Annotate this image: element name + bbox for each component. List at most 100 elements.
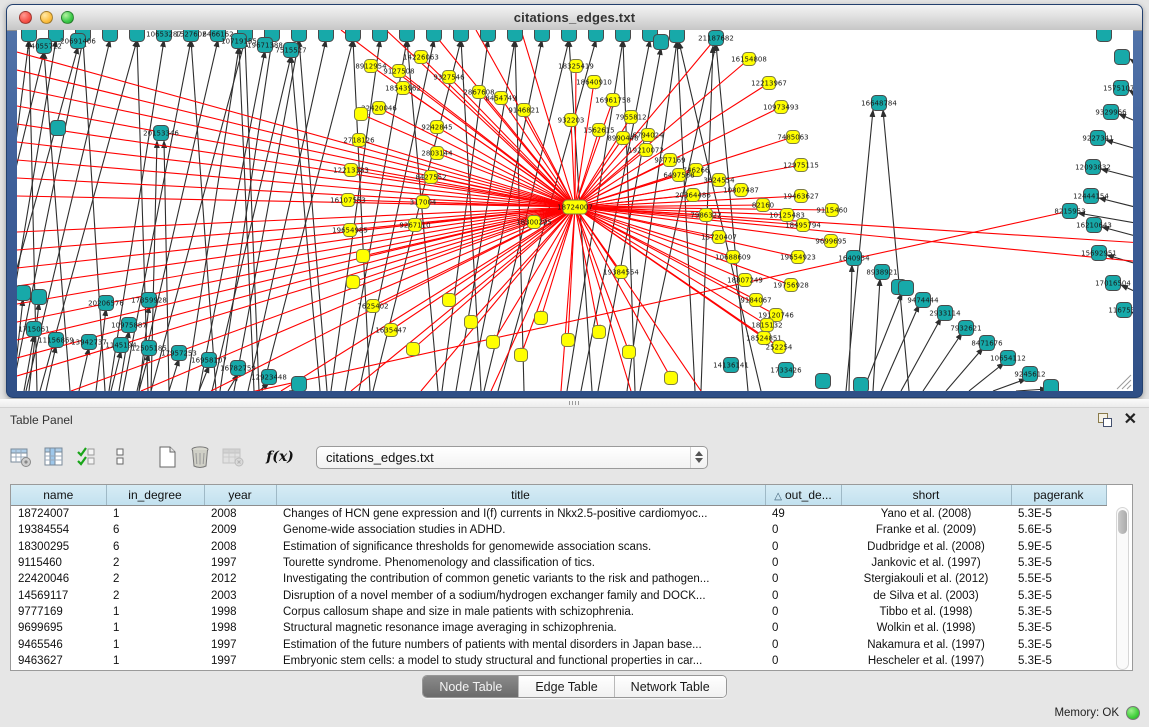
minimize-button[interactable] [40, 11, 53, 24]
graph-node[interactable]: 19210072 [628, 144, 664, 157]
table-cell[interactable]: 1997 [204, 653, 276, 669]
graph-node[interactable] [515, 349, 528, 362]
table-cell[interactable]: Wolkin et al. (1998) [841, 620, 1011, 636]
graph-node[interactable] [17, 286, 31, 301]
table-cell[interactable]: Estimation of the future numbers of pati… [276, 636, 765, 652]
table-row[interactable]: 977716911998Corpus callosum shape and si… [11, 604, 1106, 620]
table-cell[interactable]: Changes of HCN gene expression and I(f) … [276, 506, 765, 523]
graph-node[interactable]: 19463627 [783, 190, 819, 203]
graph-node[interactable]: 9146821 [508, 104, 539, 117]
graph-node[interactable]: 12213967 [751, 77, 787, 90]
graph-node[interactable] [616, 30, 631, 42]
table-cell[interactable]: 2 [106, 555, 204, 571]
new-file-icon[interactable] [154, 444, 180, 470]
column-header-title[interactable]: title [276, 485, 765, 506]
divider-grip-icon[interactable] [569, 401, 579, 405]
table-row[interactable]: 946554611997Estimation of the future num… [11, 636, 1106, 652]
tab-network-table[interactable]: Network Table [615, 676, 726, 697]
graph-node[interactable] [407, 343, 420, 356]
column-header-name[interactable]: name [11, 485, 106, 506]
table-cell[interactable]: 0 [765, 653, 841, 669]
graph-node[interactable]: 1733426 [770, 363, 802, 378]
graph-node[interactable]: 12093832 [1075, 160, 1111, 175]
graph-node[interactable] [487, 336, 500, 349]
table-cell[interactable]: 2008 [204, 506, 276, 523]
zoom-button[interactable] [61, 11, 74, 24]
table-select-dropdown[interactable]: citations_edges.txt [316, 446, 708, 469]
graph-node[interactable] [22, 30, 37, 42]
table-cell[interactable]: Yano et al. (2008) [841, 506, 1011, 523]
table-cell[interactable]: 1997 [204, 555, 276, 571]
graph-node[interactable]: 12923448 [251, 370, 287, 385]
graph-node[interactable] [589, 30, 604, 42]
graph-node[interactable] [535, 30, 550, 42]
graph-node[interactable]: 9115460 [816, 204, 847, 217]
table-cell[interactable]: 2 [106, 571, 204, 587]
graph-node[interactable] [816, 374, 831, 389]
graph-node[interactable]: 15692951 [1081, 246, 1117, 261]
graph-node[interactable] [292, 30, 307, 42]
table-cell[interactable]: 5.3E-5 [1011, 636, 1106, 652]
delete-icon[interactable] [187, 444, 213, 470]
table-cell[interactable]: 2 [106, 587, 204, 603]
column-header-out_de[interactable]: △out_de... [765, 485, 841, 506]
graph-node[interactable]: 9184067 [740, 294, 771, 307]
graph-node[interactable] [103, 30, 118, 42]
window-titlebar[interactable]: citations_edges.txt [7, 5, 1142, 31]
tab-edge-table[interactable]: Edge Table [519, 676, 614, 697]
table-cell[interactable]: 22420046 [11, 571, 106, 587]
graph-node[interactable] [51, 121, 66, 136]
graph-node[interactable] [32, 290, 47, 305]
table-cell[interactable]: 0 [765, 539, 841, 555]
citation-graph[interactable]: 1065328715276026466162140557122069140610… [17, 30, 1133, 391]
graph-node[interactable] [292, 377, 307, 392]
table-cell[interactable]: 18300295 [11, 539, 106, 555]
graph-node[interactable]: 7625402 [357, 300, 388, 313]
graph-node[interactable] [665, 372, 678, 385]
graph-node[interactable]: 7932621 [950, 321, 981, 336]
table-cell[interactable]: 0 [765, 571, 841, 587]
table-cell[interactable]: 5.3E-5 [1011, 620, 1106, 636]
table-row[interactable]: 1456911722003Disruption of a novel membe… [11, 587, 1106, 603]
graph-node[interactable]: 17016504 [1095, 276, 1131, 291]
graph-node[interactable]: 8471676 [971, 336, 1003, 351]
float-panel-icon[interactable] [1098, 413, 1112, 427]
graph-node[interactable] [373, 30, 388, 42]
table-cell[interactable]: Franke et al. (2009) [841, 522, 1011, 538]
graph-node[interactable] [427, 30, 442, 42]
graph-node[interactable]: 18640910 [576, 76, 612, 89]
graph-node[interactable]: 16154808 [731, 53, 767, 66]
table-cell[interactable]: Corpus callosum shape and size in male p… [276, 604, 765, 620]
graph-node[interactable]: 8938921 [866, 265, 897, 280]
table-cell[interactable]: 0 [765, 587, 841, 603]
graph-node[interactable] [357, 250, 370, 263]
graph-node[interactable]: 9327546 [433, 71, 465, 84]
table-cell[interactable]: 6 [106, 522, 204, 538]
table-row[interactable]: 1938455462009Genome-wide association stu… [11, 522, 1106, 538]
graph-node[interactable]: 19654923 [780, 251, 816, 264]
graph-node[interactable]: 18807249 [727, 274, 763, 287]
graph-node[interactable]: 20206576 [88, 296, 124, 311]
graph-node[interactable]: 14136141 [713, 358, 749, 373]
table-cell[interactable]: 9699695 [11, 620, 106, 636]
table-cell[interactable]: Dudbridge et al. (2008) [841, 539, 1011, 555]
table-cell[interactable]: 5.9E-5 [1011, 539, 1106, 555]
table-cell[interactable]: de Silva et al. (2003) [841, 587, 1011, 603]
table-cell[interactable]: 0 [765, 636, 841, 652]
graph-node[interactable]: 9245612 [1014, 367, 1045, 382]
graph-node[interactable]: 932203 [558, 114, 585, 127]
canvas-resize-grip-icon[interactable] [1117, 375, 1131, 389]
graph-node[interactable]: 10975887 [111, 318, 147, 333]
graph-node[interactable]: 1635447 [375, 324, 406, 337]
table-cell[interactable]: 2009 [204, 522, 276, 538]
table-cell[interactable]: 0 [765, 555, 841, 571]
show-columns-icon[interactable] [41, 444, 67, 470]
graph-node[interactable]: 16648784 [861, 96, 897, 111]
graph-node[interactable] [562, 334, 575, 347]
table-cell[interactable]: Stergiakouli et al. (2012) [841, 571, 1011, 587]
graph-node[interactable]: 7986322 [690, 209, 721, 222]
row-height-icon[interactable] [107, 444, 133, 470]
graph-node[interactable]: 16210643 [1076, 218, 1112, 233]
table-cell[interactable]: 1 [106, 620, 204, 636]
table-cell[interactable]: 0 [765, 604, 841, 620]
